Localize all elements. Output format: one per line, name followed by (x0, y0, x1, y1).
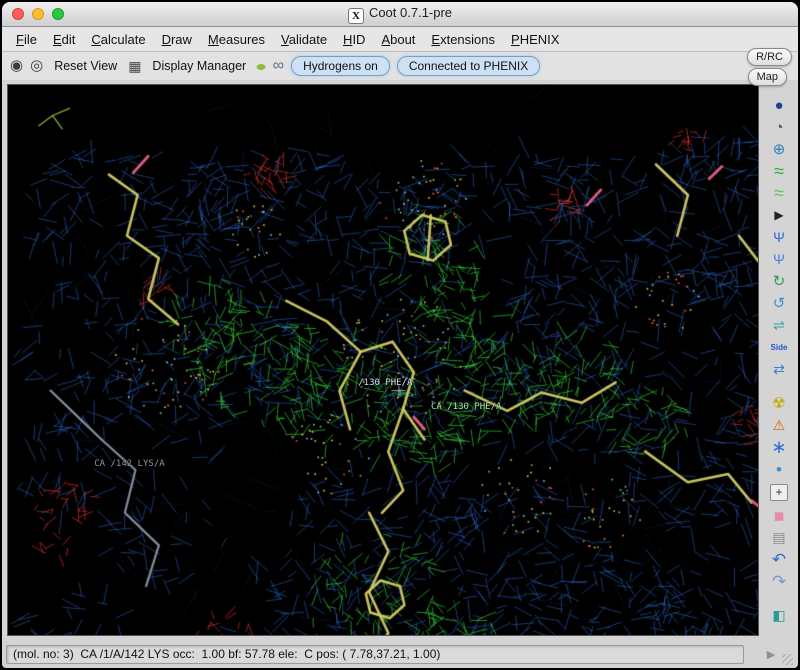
title-wrap: X Coot 0.7.1-pre (2, 5, 798, 24)
rock-view-icon[interactable]: ◎ (30, 58, 43, 74)
spin-view-icon[interactable]: ◉ (10, 58, 23, 74)
simple-mutate-icon[interactable]: ⚠ (766, 416, 792, 435)
mutate-icon[interactable]: ☢ (766, 394, 792, 413)
run-refmac-icon[interactable]: ◧ (766, 606, 792, 625)
close-button[interactable] (12, 8, 24, 20)
gl-viewport[interactable]: /130 PHE/ACA /130 PHE/ACA /142 LYS/A (7, 84, 759, 636)
add-alt-conf-icon[interactable]: • (766, 460, 792, 479)
edit-chi-angles-icon[interactable]: ↺ (766, 294, 792, 313)
x11-icon: X (348, 8, 364, 24)
window-title: Coot 0.7.1-pre (369, 5, 452, 20)
measure-distance-icon[interactable]: ∞ (273, 59, 284, 73)
rotamers-icon[interactable]: ↻ (766, 272, 792, 291)
hydrogens-toggle-button[interactable]: Hydrogens on (291, 56, 390, 76)
reset-view-button[interactable]: Reset View (50, 57, 121, 75)
regularize-zone-icon[interactable]: ≈ (766, 184, 792, 203)
coot-window: X Coot 0.7.1-pre FileEditCalculateDrawMea… (2, 2, 798, 668)
move-fragment-icon[interactable]: ⊕ (766, 140, 792, 159)
undo-icon[interactable]: ↶ (766, 550, 792, 569)
minimize-button[interactable] (32, 8, 44, 20)
rigid-body-fit-icon[interactable]: ▶ (766, 206, 792, 225)
auto-fit-rotamer-icon[interactable]: Ψ (766, 250, 792, 269)
display-manager-button[interactable]: Display Manager (148, 57, 250, 75)
menu-phenix[interactable]: PHENIX (503, 29, 567, 50)
traffic-lights (2, 8, 64, 20)
clear-trash-icon[interactable]: ▤ (766, 528, 792, 547)
redo-icon[interactable]: ↷ (766, 572, 792, 591)
menu-draw[interactable]: Draw (154, 29, 200, 50)
display-manager-icon[interactable]: ▦ (128, 59, 141, 73)
titlebar: X Coot 0.7.1-pre (2, 2, 798, 27)
molecular-canvas[interactable] (8, 85, 758, 635)
real-space-refine-icon[interactable]: ≈ (766, 162, 792, 181)
zoom-button[interactable] (52, 8, 64, 20)
menu-validate[interactable]: Validate (273, 29, 335, 50)
flip-peptide-icon[interactable]: ⇄ (766, 360, 792, 379)
menu-file[interactable]: File (8, 29, 45, 50)
run-script-icon[interactable]: ● (255, 59, 268, 73)
menu-measures[interactable]: Measures (200, 29, 273, 50)
expander-arrow-icon[interactable]: ▶ (767, 648, 775, 661)
clock-idle-icon[interactable]: ◔ (766, 118, 792, 137)
rotate-translate-icon[interactable]: Ψ (766, 228, 792, 247)
menu-calculate[interactable]: Calculate (83, 29, 153, 50)
menubar: FileEditCalculateDrawMeasuresValidateHID… (2, 27, 798, 52)
add-terminal-residue-icon[interactable]: ∗ (766, 438, 792, 457)
menu-extensions[interactable]: Extensions (423, 29, 503, 50)
statusbar: (mol. no: 3) CA /1/A/142 LYS occ: 1.00 b… (2, 640, 798, 668)
menu-about[interactable]: About (373, 29, 423, 50)
phenix-connection-button[interactable]: Connected to PHENIX (397, 56, 540, 76)
rrc-button[interactable]: R/RC (747, 48, 792, 66)
torsion-general-icon[interactable]: ⇌ (766, 316, 792, 335)
menu-edit[interactable]: Edit (45, 29, 83, 50)
menu-hid[interactable]: HID (335, 29, 373, 50)
content-area: /130 PHE/ACA /130 PHE/ACA /142 LYS/A ● ◔ ⊕… (2, 80, 798, 640)
statusbar-corner: ▶ (748, 642, 794, 666)
sphere-refine-icon[interactable]: ● (766, 96, 792, 115)
modeling-toolbar: ● ◔ ⊕ ≈ ≈ ▶ ΨΨ ↻ ↺ ⇌ Side ⇄ ☢ ⚠ ∗ • + ◼ ▤ ↶ ↷ ◧ (760, 80, 798, 640)
map-button[interactable]: Map (748, 68, 787, 86)
delete-item-icon[interactable]: ◼ (766, 506, 792, 525)
place-atom-icon[interactable]: + (770, 484, 788, 501)
status-text: (mol. no: 3) CA /1/A/142 LYS occ: 1.00 b… (6, 645, 744, 664)
toolbar: ◉ ◎ Reset View ▦ Display Manager ● ∞ Hyd… (2, 52, 798, 80)
resize-grip[interactable] (782, 654, 793, 665)
side-chain-flip-icon[interactable]: Side (766, 338, 792, 357)
